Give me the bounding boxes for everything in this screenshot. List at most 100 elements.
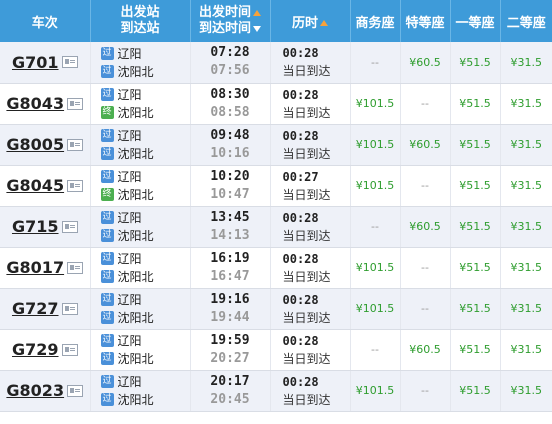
duration-cell: 00:28 当日到达: [270, 329, 351, 371]
departure-time: 20:17: [210, 373, 250, 389]
business-price: ¥101.5: [350, 247, 401, 289]
from-station: 辽阳: [117, 46, 142, 61]
arrival-time: 19:44: [210, 309, 250, 325]
id-card-icon[interactable]: [67, 97, 84, 110]
pass-station-icon: 过: [100, 311, 114, 324]
second-class-price: ¥31.5: [500, 288, 552, 330]
header-duration[interactable]: 历时: [270, 0, 351, 42]
premium-price: ¥60.5: [400, 329, 451, 371]
id-card-icon[interactable]: [61, 56, 78, 69]
first-class-price: ¥51.5: [450, 206, 501, 248]
table-row[interactable]: G701 过辽阳过沈阳北 07:28 07:56 00:28 当日到达 -- ¥60.5 ¥51…: [0, 42, 552, 84]
table-row[interactable]: G729 过辽阳过沈阳北 19:59 20:27 00:28 当日到达 -- ¥60.5 ¥51…: [0, 329, 552, 371]
business-price: ¥101.5: [350, 83, 401, 125]
arrival-day-note: 当日到达: [282, 146, 331, 161]
id-card-icon[interactable]: [67, 138, 84, 151]
duration: 00:28: [282, 374, 319, 389]
table-row[interactable]: G8023 过辽阳过沈阳北 20:17 20:45 00:28 当日到达 ¥101.5 -- ¥…: [0, 370, 552, 412]
train-cell: G729: [0, 329, 91, 371]
arrival-day-note: 当日到达: [282, 105, 331, 120]
arrival-time: 14:13: [210, 227, 250, 243]
train-number-link[interactable]: G8023: [6, 381, 64, 400]
arrival-time: 16:47: [210, 268, 250, 284]
id-card-icon[interactable]: [61, 343, 78, 356]
table-row[interactable]: G715 过辽阳过沈阳北 13:45 14:13 00:28 当日到达 -- ¥60.5 ¥51…: [0, 206, 552, 248]
premium-price: --: [400, 288, 451, 330]
header-business: 商务座: [350, 0, 401, 42]
id-card-icon[interactable]: [61, 302, 78, 315]
train-number-link[interactable]: G8043: [6, 94, 64, 113]
first-class-price: ¥51.5: [450, 288, 501, 330]
table-row[interactable]: G8005 过辽阳过沈阳北 09:48 10:16 00:28 当日到达 ¥101.5 ¥60…: [0, 124, 552, 166]
duration: 00:27: [282, 169, 319, 184]
pass-station-icon: 过: [100, 88, 114, 101]
duration: 00:28: [282, 87, 319, 102]
id-card-icon[interactable]: [67, 384, 84, 397]
duration-cell: 00:28 当日到达: [270, 370, 351, 412]
first-class-price: ¥51.5: [450, 124, 501, 166]
second-class-price: ¥31.5: [500, 329, 552, 371]
train-cell: G8017: [0, 247, 91, 289]
train-number-link[interactable]: G727: [12, 299, 59, 318]
time-cell: 19:59 20:27: [190, 329, 271, 371]
id-card-icon[interactable]: [67, 179, 84, 192]
pass-station-icon: 过: [100, 252, 114, 265]
premium-price: ¥60.5: [400, 124, 451, 166]
business-price: ¥101.5: [350, 288, 401, 330]
id-card-icon[interactable]: [61, 220, 78, 233]
arrival-day-note: 当日到达: [282, 392, 331, 407]
to-station: 沈阳北: [117, 106, 154, 120]
train-cell: G715: [0, 206, 91, 248]
time-cell: 08:30 08:58: [190, 83, 271, 125]
second-class-price: ¥31.5: [500, 83, 552, 125]
departure-time: 09:48: [210, 127, 250, 143]
pass-station-icon: 过: [100, 229, 114, 242]
arrival-time: 07:56: [210, 63, 250, 79]
from-station: 辽阳: [117, 252, 142, 266]
second-class-price: ¥31.5: [500, 206, 552, 248]
second-class-price: ¥31.5: [500, 247, 552, 289]
departure-time: 19:16: [210, 291, 250, 307]
premium-price: --: [400, 83, 451, 125]
premium-price: ¥60.5: [400, 206, 451, 248]
to-station: 沈阳北: [117, 393, 154, 407]
pass-station-icon: 过: [100, 375, 114, 388]
table-row[interactable]: G8045 过辽阳终沈阳北 10:20 10:47 00:27 当日到达 ¥101.5 -- ¥…: [0, 165, 552, 207]
pass-station-icon: 过: [100, 170, 114, 183]
from-station: 辽阳: [117, 293, 142, 307]
header-duration-label[interactable]: 历时: [292, 16, 318, 31]
from-station: 辽阳: [117, 129, 142, 143]
second-class-price: ¥31.5: [500, 124, 552, 166]
pass-station-icon: 过: [100, 270, 114, 283]
departure-time: 13:45: [210, 209, 250, 225]
to-station: 沈阳北: [117, 188, 154, 202]
to-station: 沈阳北: [117, 352, 154, 366]
pass-station-icon: 过: [100, 147, 114, 160]
table-row[interactable]: G8017 过辽阳过沈阳北 16:19 16:47 00:28 当日到达 ¥101.5 -- ¥…: [0, 247, 552, 289]
header-times[interactable]: 出发时间 到达时间: [190, 0, 271, 42]
train-number-link[interactable]: G8045: [6, 176, 64, 195]
sort-asc-icon[interactable]: [253, 9, 261, 16]
arrival-day-note: 当日到达: [282, 187, 331, 202]
duration-cell: 00:28 当日到达: [270, 206, 351, 248]
table-row[interactable]: G727 过辽阳过沈阳北 19:16 19:44 00:28 当日到达 ¥101.5 -- ¥5…: [0, 288, 552, 330]
premium-price: ¥60.5: [400, 42, 451, 84]
header-dep-time[interactable]: 出发时间: [199, 5, 251, 20]
train-number-link[interactable]: G715: [12, 217, 59, 236]
train-number-link[interactable]: G729: [12, 340, 59, 359]
arrival-day-note: 当日到达: [282, 228, 331, 243]
header-arr-time[interactable]: 到达时间: [199, 21, 251, 36]
train-number-link[interactable]: G8005: [6, 135, 64, 154]
train-number-link[interactable]: G8017: [6, 258, 64, 277]
duration-cell: 00:28 当日到达: [270, 288, 351, 330]
train-cell: G727: [0, 288, 91, 330]
header-first: 一等座: [450, 0, 501, 42]
table-row[interactable]: G8043 过辽阳终沈阳北 08:30 08:58 00:28 当日到达 ¥101.5 -- ¥…: [0, 83, 552, 125]
sort-desc-icon[interactable]: [253, 25, 261, 32]
arrival-time: 08:58: [210, 104, 250, 120]
end-station-icon: 终: [100, 106, 114, 119]
train-number-link[interactable]: G701: [12, 53, 59, 72]
sort-asc-icon[interactable]: [320, 20, 328, 26]
id-card-icon[interactable]: [67, 261, 84, 274]
duration: 00:28: [282, 251, 319, 266]
